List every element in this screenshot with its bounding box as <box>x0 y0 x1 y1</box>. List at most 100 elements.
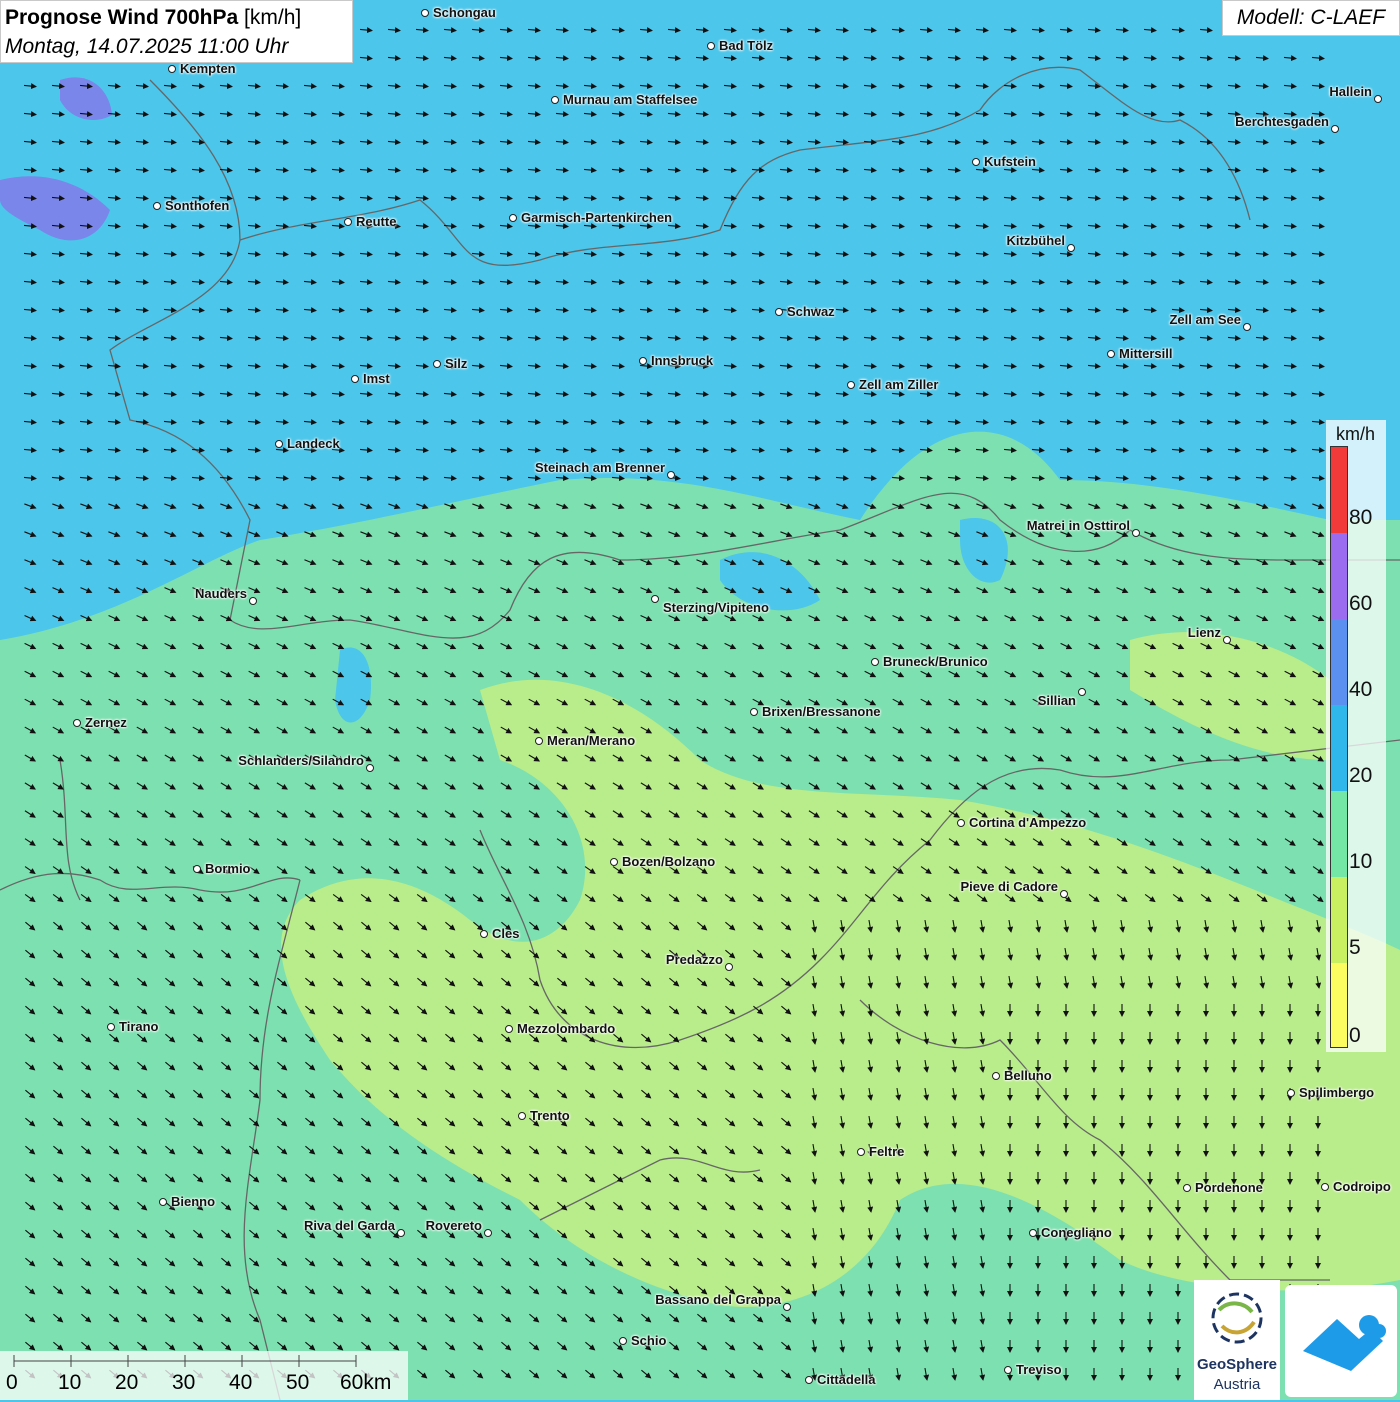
city-label-zell-am-see: Zell am See <box>1169 312 1241 327</box>
legend-label-40: 40 <box>1349 678 1373 701</box>
city-marker-predazzo <box>725 963 733 971</box>
city-label-riva-del-garda: Riva del Garda <box>303 1218 395 1233</box>
city-label-meran-merano: Meran/Merano <box>547 733 636 748</box>
city-marker-schongau <box>421 9 429 17</box>
city-marker-cittadella <box>805 1376 813 1384</box>
city-marker-garmisch-partenkirchen <box>509 214 517 222</box>
legend-seg-80 <box>1331 447 1347 533</box>
scale-label-40: 40 <box>229 1371 253 1394</box>
geosphere-country: Austria <box>1213 1376 1261 1393</box>
city-label-pordenone: Pordenone <box>1195 1180 1263 1195</box>
city-marker-bassano-del-grappa <box>783 1303 791 1311</box>
city-marker-reutte <box>344 218 352 226</box>
city-marker-spilimbergo <box>1287 1089 1295 1097</box>
city-label-trento: Trento <box>530 1108 570 1123</box>
city-label-garmisch-partenkirchen: Garmisch-Partenkirchen <box>521 210 673 225</box>
city-marker-kitzb-hel <box>1067 244 1075 252</box>
scale-label-0: 0 <box>6 1371 18 1394</box>
scale-label-50: 50 <box>286 1371 310 1394</box>
city-label-treviso: Treviso <box>1016 1362 1062 1377</box>
city-label-sillian: Sillian <box>1037 693 1076 708</box>
city-marker-feltre <box>857 1148 865 1156</box>
city-label-schlanders-silandro: Schlanders/Silandro <box>238 753 364 768</box>
city-label-bozen-bolzano: Bozen/Bolzano <box>622 854 716 869</box>
city-marker-schlanders-silandro <box>366 764 374 772</box>
city-label-codroipo: Codroipo <box>1333 1179 1391 1194</box>
weather-app-logo[interactable] <box>1285 1285 1397 1397</box>
city-marker-bienno <box>159 1198 167 1206</box>
city-label-schio: Schio <box>631 1333 667 1348</box>
color-legend: km/h 80 60 40 20 10 5 0 <box>1326 420 1386 1052</box>
city-label-reutte: Reutte <box>356 214 397 229</box>
city-marker-cortina-d-ampezzo <box>957 819 965 827</box>
city-label-rovereto: Rovereto <box>425 1218 482 1233</box>
city-label-schwaz: Schwaz <box>787 304 835 319</box>
city-marker-cles <box>480 930 488 938</box>
city-label-predazzo: Predazzo <box>665 952 723 967</box>
scale-label-30: 30 <box>172 1371 196 1394</box>
city-marker-zell-am-see <box>1243 323 1251 331</box>
city-label-steinach-am-brenner: Steinach am Brenner <box>534 460 665 475</box>
scale-label-10: 10 <box>58 1371 82 1394</box>
city-marker-nauders <box>249 597 257 605</box>
city-label-hallein: Hallein <box>1329 84 1372 99</box>
legend-label-5: 5 <box>1349 936 1361 959</box>
city-label-cortina-d-ampezzo: Cortina d'Ampezzo <box>969 815 1087 830</box>
city-marker-mezzolombardo <box>505 1025 513 1033</box>
city-label-belluno: Belluno <box>1004 1068 1052 1083</box>
city-marker-lienz <box>1223 636 1231 644</box>
city-label-tirano: Tirano <box>119 1019 159 1034</box>
scale-label-20: 20 <box>115 1371 139 1394</box>
city-label-feltre: Feltre <box>869 1144 905 1159</box>
city-label-silz: Silz <box>445 356 468 371</box>
legend-seg-0 <box>1331 963 1347 1047</box>
city-label-spilimbergo: Spilimbergo <box>1299 1085 1375 1100</box>
city-label-bormio: Bormio <box>205 861 251 876</box>
legend-label-80: 80 <box>1349 506 1373 529</box>
city-label-murnau-am-staffelsee: Murnau am Staffelsee <box>563 92 698 107</box>
geosphere-name: GeoSphere <box>1196 1356 1278 1373</box>
city-marker-brixen-bressanone <box>750 708 758 716</box>
city-marker-bormio <box>193 865 201 873</box>
city-marker-rovereto <box>484 1229 492 1237</box>
city-marker-murnau-am-staffelsee <box>551 96 559 104</box>
map-title-unit: [km/h] <box>244 6 302 29</box>
geosphere-logo[interactable]: GeoSphere Austria <box>1194 1280 1280 1400</box>
city-label-kitzb-hel: Kitzbühel <box>1006 233 1066 248</box>
city-label-innsbruck: Innsbruck <box>651 353 714 368</box>
city-marker-kufstein <box>972 158 980 166</box>
city-label-bassano-del-grappa: Bassano del Grappa <box>655 1292 781 1307</box>
city-label-kufstein: Kufstein <box>984 154 1036 169</box>
city-marker-berchtesgaden <box>1331 125 1339 133</box>
city-label-bad-t-lz: Bad Tölz <box>719 38 774 53</box>
city-marker-kempten <box>168 65 176 73</box>
city-marker-codroipo <box>1321 1183 1329 1191</box>
city-label-pieve-di-cadore: Pieve di Cadore <box>960 879 1058 894</box>
city-label-landeck: Landeck <box>287 436 340 451</box>
city-label-berchtesgaden: Berchtesgaden <box>1235 114 1329 129</box>
city-marker-silz <box>433 360 441 368</box>
city-label-matrei-in-osttirol: Matrei in Osttirol <box>1026 518 1130 533</box>
city-marker-sonthofen <box>153 202 161 210</box>
city-label-mezzolombardo: Mezzolombardo <box>517 1021 616 1036</box>
city-marker-pordenone <box>1183 1184 1191 1192</box>
city-marker-hallein <box>1374 95 1382 103</box>
city-marker-trento <box>518 1112 526 1120</box>
city-marker-sillian <box>1078 688 1086 696</box>
scale-bar: 0 10 20 30 40 50 60km <box>0 1351 408 1400</box>
city-label-brixen-bressanone: Brixen/Bressanone <box>762 704 881 719</box>
city-marker-sterzing-vipiteno <box>651 595 659 603</box>
city-marker-steinach-am-brenner <box>667 471 675 479</box>
city-marker-innsbruck <box>639 357 647 365</box>
city-marker-zell-am-ziller <box>847 381 855 389</box>
city-marker-bruneck-brunico <box>871 658 879 666</box>
city-marker-matrei-in-osttirol <box>1132 529 1140 537</box>
city-label-nauders: Nauders <box>194 586 247 601</box>
city-label-zernez: Zernez <box>85 715 127 730</box>
mountain-cloud-icon <box>1303 1315 1386 1371</box>
legend-bar <box>1330 446 1348 1048</box>
city-label-bruneck-brunico: Bruneck/Brunico <box>883 654 988 669</box>
map-title-bold: Prognose Wind 700hPa <box>5 6 239 29</box>
legend-label-60: 60 <box>1349 592 1373 615</box>
city-marker-pieve-di-cadore <box>1060 890 1068 898</box>
